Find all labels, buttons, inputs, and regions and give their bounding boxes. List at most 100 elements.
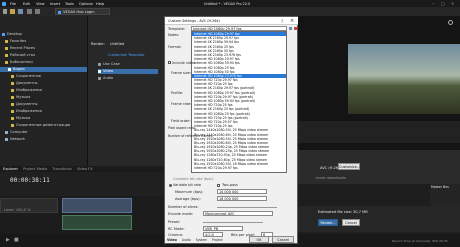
maximum-label: Maximum (bps):: [175, 190, 204, 194]
dialog-title-bar: Custom Settings - AVC (H.264) ? ×: [165, 17, 298, 25]
render-footer: Estimated file size: 30,7 MB Render... C…: [298, 206, 460, 232]
list-item[interactable]: Изображения: [11, 88, 87, 93]
template-option[interactable]: Internet HD 720p 29.97 fps: [192, 166, 286, 170]
list-item[interactable]: Рабочий стол: [5, 53, 87, 58]
list-item[interactable]: Сохраненные демонстрации: [11, 123, 87, 128]
tab-video[interactable]: Video: [167, 238, 177, 242]
play-icon[interactable]: ▶: [6, 237, 10, 243]
rc-mode-dropdown[interactable]: VBR_PB: [203, 226, 243, 231]
preset-label: Preset:: [168, 220, 181, 224]
save-icon[interactable]: [18, 9, 23, 14]
list-item-selected[interactable]: Видео: [0, 67, 87, 72]
list-item[interactable]: Изображения: [11, 109, 87, 114]
favorites-icon: [5, 39, 8, 43]
maximum-field[interactable]: 14 000 000: [217, 189, 267, 194]
new-icon[interactable]: [3, 9, 7, 14]
render-cancel-button[interactable]: Cancel: [342, 219, 360, 226]
format-item[interactable]: Use Case: [98, 62, 158, 67]
video-preview: [298, 16, 460, 150]
toolbar: VEGAS Hub Login: [0, 7, 460, 16]
estimated-size-label: Estimated file size:: [318, 210, 353, 214]
dialog-close-icon[interactable]: ×: [290, 18, 294, 24]
include-video-checkbox[interactable]: [168, 61, 171, 64]
close-icon[interactable]: ×: [451, 1, 454, 6]
minimize-icon[interactable]: –: [432, 1, 434, 6]
redo-icon[interactable]: [35, 9, 40, 14]
list-item[interactable]: Документы: [11, 102, 87, 107]
list-item[interactable]: Network: [5, 137, 87, 142]
tab-project-media[interactable]: Project Media: [23, 167, 47, 171]
template-dropdown-list[interactable]: Internet HD 1080p 29.97 fps Internet 4K …: [191, 31, 287, 173]
open-icon[interactable]: [10, 9, 15, 14]
list-item[interactable]: Музыка: [11, 116, 87, 121]
preset-slider[interactable]: [203, 222, 263, 223]
undo-icon[interactable]: [27, 9, 32, 14]
list-item[interactable]: Библиотеки: [5, 60, 87, 65]
customize-button[interactable]: Customize...: [338, 163, 360, 170]
explorer-panel: Desktop Favorites Recent Places Рабочий …: [0, 16, 88, 166]
tree-item-label: Сохраненное: [16, 74, 41, 78]
format-item-selected[interactable]: Video: [98, 69, 158, 74]
stop-icon[interactable]: ■: [14, 237, 19, 243]
delete-template-icon[interactable]: [293, 27, 297, 30]
menu-edit[interactable]: Edit: [23, 2, 30, 6]
render-button[interactable]: Render...: [318, 219, 338, 226]
help-icon[interactable]: ?: [281, 19, 283, 24]
tab-project[interactable]: Project: [212, 238, 223, 242]
hub-tab[interactable]: VEGAS Hub Login: [55, 8, 110, 15]
folder-icon: [11, 74, 14, 78]
maximize-icon[interactable]: □: [441, 1, 445, 6]
tab-video-fx[interactable]: Video FX: [77, 167, 93, 171]
list-item[interactable]: Computer: [5, 130, 87, 135]
folder-icon: [11, 81, 14, 85]
tree-item-label: Документы: [16, 102, 38, 106]
computer-icon: [5, 130, 8, 134]
reference-frames-label: Number of reference frames:: [168, 134, 213, 138]
list-item[interactable]: Музыка: [11, 95, 87, 100]
two-pass-checkbox[interactable]: [217, 183, 220, 187]
track-header[interactable]: Level: 100,0 %: [0, 198, 58, 213]
library-icon: [5, 60, 8, 64]
save-template-icon[interactable]: [289, 27, 292, 30]
folder-icon: [11, 88, 14, 92]
menu-insert[interactable]: Insert: [50, 2, 60, 6]
tab-audio[interactable]: Audio: [182, 238, 191, 242]
menu-help[interactable]: Help: [96, 2, 104, 6]
slices-slider[interactable]: [217, 207, 277, 208]
chroma-dropdown[interactable]: 4:2:0: [203, 232, 223, 237]
variable-bitrate-radio[interactable]: [169, 183, 172, 187]
dialog-title: Custom Settings - AVC (H.264): [168, 19, 220, 23]
tab-explorer[interactable]: Explorer: [3, 167, 18, 171]
encode-mode-dropdown[interactable]: Mainconcept AVC: [203, 211, 273, 216]
menu-view[interactable]: View: [36, 2, 45, 6]
audio-clip[interactable]: [62, 215, 132, 230]
list-item[interactable]: Документы: [11, 81, 87, 86]
list-item[interactable]: Сохраненное: [11, 74, 87, 79]
render-panel: Render: Untitled Customize Template Use …: [88, 16, 164, 166]
tree-item-label: Recent Places: [10, 46, 35, 50]
list-item[interactable]: Recent Places: [5, 46, 87, 51]
app-title: Untitled * - VEGAS Pro 22.0: [204, 1, 251, 6]
menu-file[interactable]: File: [10, 2, 16, 6]
tree-item-label: Изображения: [16, 109, 42, 113]
music-icon: [11, 95, 14, 99]
ok-button[interactable]: OK: [249, 236, 269, 243]
list-item[interactable]: Favorites: [5, 39, 87, 44]
format-item[interactable]: Audio: [98, 76, 158, 81]
menu-tools[interactable]: Tools: [65, 2, 74, 6]
tree-item-label: Desktop: [7, 32, 22, 36]
tree-item-label: Рабочий стол: [10, 53, 36, 57]
menu-options[interactable]: Options: [79, 2, 93, 6]
format-item-label: Audio: [103, 76, 114, 80]
customize-template-link[interactable]: Customize Template: [108, 53, 144, 57]
dialog-cancel-button[interactable]: Cancel: [272, 236, 294, 243]
tab-system[interactable]: System: [196, 238, 208, 242]
chroma-value: 4:2:0: [205, 233, 214, 237]
average-field[interactable]: 16 000 000: [217, 196, 267, 201]
video-clip[interactable]: [62, 198, 132, 213]
list-item[interactable]: Desktop: [2, 32, 87, 37]
render-header: Render:: [91, 42, 105, 46]
settings-icon[interactable]: [448, 20, 453, 25]
format-item-label: Video: [103, 69, 114, 73]
tab-transitions[interactable]: Transitions: [53, 167, 72, 171]
